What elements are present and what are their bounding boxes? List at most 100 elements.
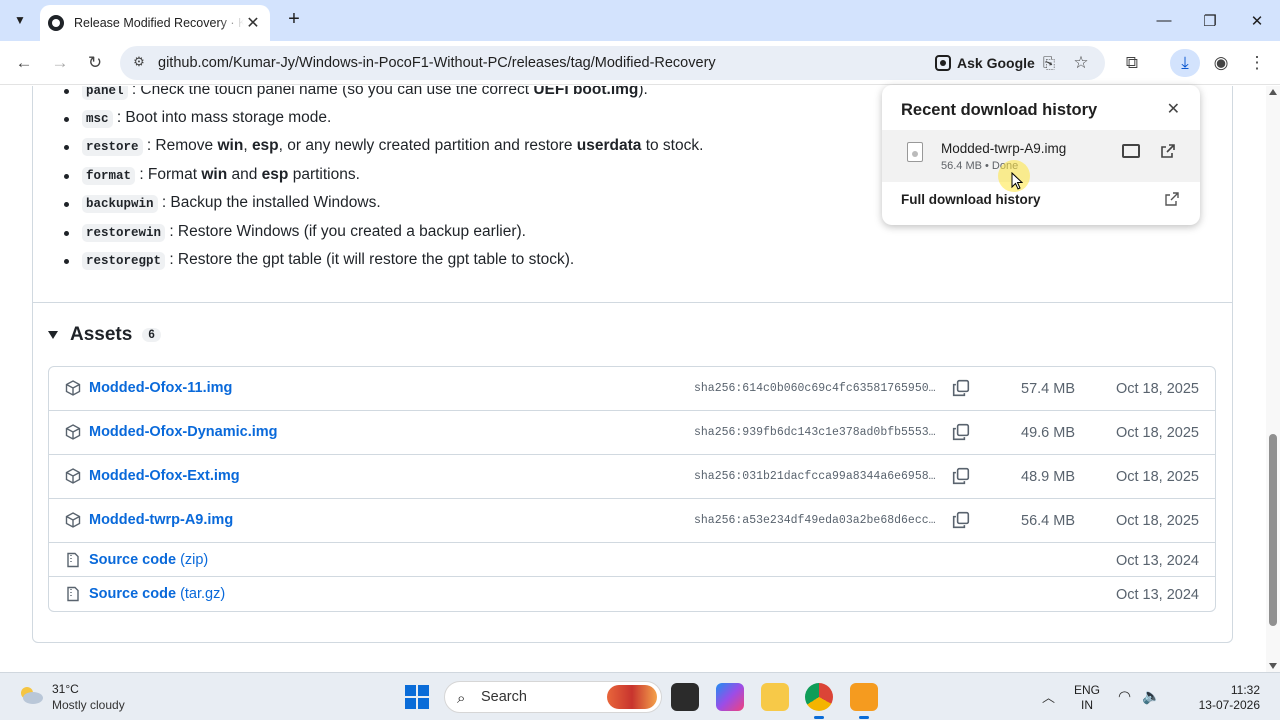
copy-icon[interactable]	[952, 379, 970, 397]
asset-size: 57.4 MB	[1021, 381, 1075, 397]
file-icon	[907, 142, 923, 162]
asset-sha256: sha256:031b21dacfcca99a8344a6e69580d…	[694, 470, 939, 483]
tab-search-chevron-icon[interactable]: ▼	[8, 8, 32, 32]
file-explorer-icon[interactable]	[761, 683, 789, 711]
tab-close-icon[interactable]: ✕	[244, 13, 262, 33]
restore-window-icon[interactable]: ❐	[1187, 0, 1233, 41]
command-item-restoregpt: restoregpt : Restore the gpt table (it w…	[64, 251, 574, 270]
asset-link[interactable]: Modded-twrp-A9.img	[89, 512, 233, 528]
copy-icon[interactable]	[952, 467, 970, 485]
assets-list: Modded-Ofox-11.img sha256:614c0b060c69c4…	[48, 366, 1216, 612]
download-file-name: Modded-twrp-A9.img	[941, 141, 1067, 156]
asset-sha256: sha256:939fb6dc143c1e378ad0bfb5553ff…	[694, 426, 939, 439]
asset-row: Modded-twrp-A9.img sha256:a53e234df49eda…	[49, 499, 1215, 543]
page-scrollbar[interactable]	[1266, 86, 1280, 672]
input-language-indicator[interactable]: ENG IN	[1074, 683, 1100, 713]
profile-avatar-icon[interactable]: ◉	[1207, 49, 1235, 77]
asset-size: 49.6 MB	[1021, 425, 1075, 441]
show-hidden-icons-chevron-icon[interactable]: ︿	[1042, 687, 1055, 706]
forward-arrow-icon[interactable]: →	[46, 49, 74, 77]
download-panel-title: Recent download history	[901, 101, 1098, 119]
bookmark-star-icon[interactable]: ☆	[1067, 49, 1095, 77]
command-item-msc: msc : Boot into mass storage mode.	[64, 109, 331, 128]
system-clock[interactable]: 11:32 13-07-2026	[1196, 683, 1260, 713]
expand-caret-icon[interactable]	[48, 331, 58, 339]
m365-app-icon[interactable]	[716, 683, 744, 711]
command-item-backupwin: backupwin : Backup the installed Windows…	[64, 194, 381, 213]
taskbar-search-box[interactable]: ⌕ Search	[444, 681, 662, 713]
asset-sha256: sha256:614c0b060c69c4fc63581765950e3…	[694, 382, 939, 395]
screen-recorder-app-icon[interactable]	[850, 683, 878, 719]
package-icon	[65, 424, 81, 440]
source-code-zip-link[interactable]: Source code (zip)	[89, 552, 208, 568]
extensions-puzzle-icon[interactable]: ⧉	[1118, 49, 1146, 77]
zip-file-icon	[67, 586, 79, 602]
download-item[interactable]: Modded-twrp-A9.img 56.4 MB • Done	[882, 130, 1200, 182]
url-text[interactable]: github.com/Kumar-Jy/Windows-in-PocoF1-Wi…	[158, 55, 716, 71]
ask-google-button[interactable]: Ask Google	[925, 49, 1045, 77]
wifi-icon[interactable]: ◠	[1118, 687, 1131, 705]
tab-release-modified-recovery[interactable]: Release Modified Recovery · Kumar-Jy/Win…	[40, 5, 270, 41]
open-external-icon[interactable]	[1164, 191, 1180, 207]
source-code-row: Source code (zip) Oct 13, 2024	[49, 543, 1215, 577]
full-download-history-link[interactable]: Full download history	[901, 192, 1041, 207]
asset-sha256: sha256:a53e234df49eda03a2be68d6ecce3…	[694, 514, 939, 527]
weather-description[interactable]: Mostly cloudy	[52, 698, 125, 712]
reload-icon[interactable]: ↻	[81, 49, 109, 77]
browser-toolbar: ← → ↻ ⚙ github.com/Kumar-Jy/Windows-in-P…	[0, 41, 1280, 85]
search-icon: ⌕	[457, 690, 466, 707]
package-icon	[65, 512, 81, 528]
volume-icon[interactable]: 🔈	[1142, 687, 1161, 705]
address-bar[interactable]: ⚙ github.com/Kumar-Jy/Windows-in-PocoF1-…	[120, 46, 1105, 80]
close-window-icon[interactable]: ✕	[1234, 0, 1280, 41]
weather-temperature[interactable]: 31°C	[52, 682, 79, 696]
install-app-icon[interactable]: ⎘	[1035, 49, 1063, 77]
show-in-folder-icon[interactable]	[1122, 144, 1140, 158]
cloudy-weather-icon	[21, 687, 43, 704]
close-icon[interactable]: ✕	[1167, 99, 1180, 119]
asset-date: Oct 13, 2024	[1115, 587, 1199, 603]
asset-link[interactable]: Modded-Ofox-Dynamic.img	[89, 424, 278, 440]
windows-start-icon[interactable]	[405, 685, 429, 709]
search-highlight-image	[607, 685, 657, 709]
chrome-app-icon[interactable]	[805, 683, 833, 719]
site-info-icon[interactable]: ⚙	[130, 54, 148, 72]
downloads-icon[interactable]: ⤓	[1170, 49, 1200, 77]
package-icon	[65, 468, 81, 484]
asset-size: 48.9 MB	[1021, 469, 1075, 485]
tab-title: Release Modified Recovery · Kumar-Jy/Win…	[74, 16, 244, 30]
source-code-targz-link[interactable]: Source code (tar.gz)	[89, 586, 225, 602]
asset-date: Oct 18, 2025	[1115, 425, 1199, 441]
assets-header[interactable]: Assets 6	[48, 324, 161, 346]
windows-taskbar: 31°C Mostly cloudy ⌕ Search ︿ ENG IN ◠ 🔈…	[0, 672, 1280, 720]
section-divider	[33, 302, 1232, 303]
open-external-icon[interactable]	[1160, 143, 1176, 159]
asset-row: Modded-Ofox-11.img sha256:614c0b060c69c4…	[49, 367, 1215, 411]
asset-date: Oct 18, 2025	[1115, 469, 1199, 485]
command-item-panel: panel : Check the touch panel name (so y…	[64, 86, 648, 100]
command-item-restore: restore : Remove win, esp, or any newly …	[64, 137, 703, 156]
scroll-down-arrow-icon[interactable]	[1269, 663, 1277, 669]
asset-date: Oct 18, 2025	[1115, 513, 1199, 529]
back-arrow-icon[interactable]: ←	[10, 49, 38, 77]
minimize-icon[interactable]: —	[1141, 0, 1187, 41]
download-history-panel: Recent download history ✕ Modded-twrp-A9…	[882, 85, 1200, 225]
google-lens-icon	[935, 55, 951, 71]
scroll-up-arrow-icon[interactable]	[1269, 89, 1277, 95]
zip-file-icon	[67, 552, 79, 568]
terminal-app-icon[interactable]	[671, 683, 699, 711]
command-item-format: format : Format win and esp partitions.	[64, 166, 360, 185]
asset-link[interactable]: Modded-Ofox-11.img	[89, 380, 232, 396]
taskbar-search-placeholder: Search	[481, 689, 527, 705]
scrollbar-thumb[interactable]	[1269, 434, 1277, 626]
github-favicon-icon	[48, 15, 64, 31]
copy-icon[interactable]	[952, 511, 970, 529]
source-code-row: Source code (tar.gz) Oct 13, 2024	[49, 577, 1215, 611]
mouse-pointer-icon	[1011, 172, 1023, 190]
new-tab-plus-icon[interactable]: +	[282, 8, 306, 32]
ask-google-label: Ask Google	[957, 55, 1035, 71]
asset-link[interactable]: Modded-Ofox-Ext.img	[89, 468, 240, 484]
menu-kebab-icon[interactable]: ⋮	[1243, 49, 1271, 77]
command-item-restorewin: restorewin : Restore Windows (if you cre…	[64, 223, 526, 242]
copy-icon[interactable]	[952, 423, 970, 441]
